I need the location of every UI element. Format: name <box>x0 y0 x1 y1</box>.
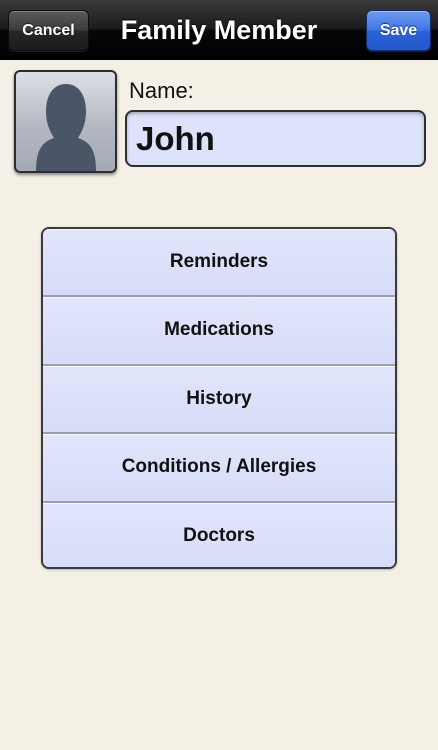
save-button[interactable]: Save <box>366 10 431 51</box>
menu-item-medications[interactable]: Medications <box>43 297 395 366</box>
family-member-screen: Cancel Family Member Save Name: John Rem… <box>0 0 438 750</box>
menu-item-doctors[interactable]: Doctors <box>43 502 395 567</box>
menu-item-history[interactable]: History <box>43 365 395 435</box>
cancel-button[interactable]: Cancel <box>8 10 89 51</box>
avatar-photo-button[interactable] <box>14 70 117 173</box>
name-field[interactable]: John <box>125 110 426 167</box>
section-menu: Reminders Medications History Conditions… <box>41 227 397 569</box>
navigation-bar: Cancel Family Member Save <box>0 0 438 60</box>
menu-item-conditions-allergies[interactable]: Conditions / Allergies <box>43 434 395 503</box>
name-label: Name: <box>129 78 194 103</box>
person-silhouette-icon <box>36 84 96 171</box>
menu-item-reminders[interactable]: Reminders <box>43 229 395 298</box>
